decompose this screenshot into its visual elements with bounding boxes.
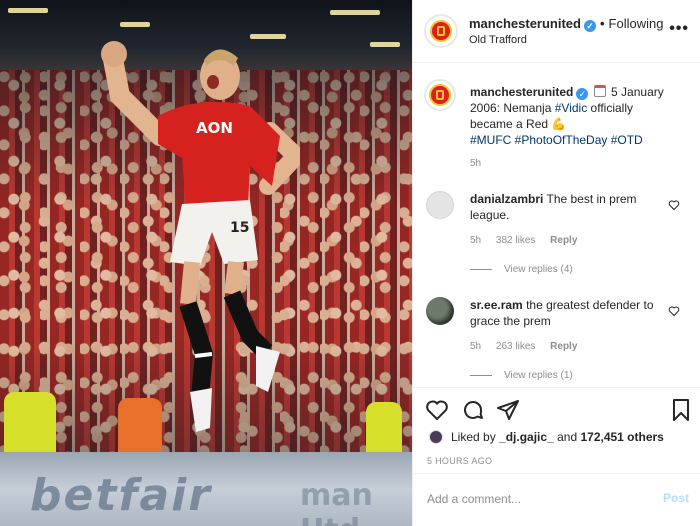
- reply-button[interactable]: Reply: [550, 341, 577, 352]
- post-location[interactable]: Old Trafford: [469, 34, 527, 46]
- caption-hashtags[interactable]: #MUFC #PhotoOfTheDay #OTD: [470, 133, 643, 147]
- liker-avatar[interactable]: [429, 430, 443, 444]
- comment-username[interactable]: danialzambri: [470, 192, 543, 206]
- shorts-number: 15: [230, 220, 249, 236]
- flexed-biceps-icon: 💪: [551, 117, 567, 131]
- comment-username[interactable]: sr.ee.ram: [470, 298, 523, 312]
- view-replies-button[interactable]: View replies (4): [470, 264, 573, 275]
- comment-meta: 5h 263 likes Reply: [470, 341, 589, 352]
- view-replies-label: View replies (1): [504, 370, 573, 381]
- black-socks: [179, 301, 213, 397]
- author-username[interactable]: manchesterunited: [469, 16, 581, 31]
- comment: danialzambri The best in prem league.: [470, 191, 660, 223]
- fist: [101, 41, 127, 67]
- likes-count[interactable]: 172,451 others: [580, 430, 663, 444]
- likes-conjunction: and: [557, 430, 578, 444]
- view-replies-label: View replies (4): [504, 264, 573, 275]
- verified-badge-icon: ✓: [583, 20, 596, 32]
- post-caption: manchesterunited ✓ 5 January 2006: Nemanj…: [470, 84, 670, 148]
- heart-icon[interactable]: [668, 199, 680, 211]
- comment-time[interactable]: 5h: [470, 235, 481, 246]
- caption-author-avatar[interactable]: [424, 79, 456, 111]
- caption-mention[interactable]: #Vidic: [555, 101, 587, 115]
- comments-list[interactable]: manchesterunited ✓ 5 January 2006: Nemanj…: [413, 63, 700, 387]
- stadium-light: [8, 8, 48, 13]
- comment-likes[interactable]: 382 likes: [496, 235, 535, 246]
- caption-timestamp[interactable]: 5h: [470, 158, 481, 169]
- action-bar: Liked by _dj.gajic_ and 172,451 others 5…: [413, 387, 700, 473]
- post-header: manchesterunited ✓ • Following Old Trafford…: [413, 0, 700, 63]
- comment: sr.ee.ram the greatest defender to grace…: [470, 297, 660, 329]
- boot: [190, 388, 212, 432]
- reply-button[interactable]: Reply: [550, 235, 577, 246]
- ad-board-text: man Utd: [300, 478, 373, 526]
- more-options-icon[interactable]: •••: [669, 20, 689, 38]
- view-replies-button[interactable]: View replies (1): [470, 370, 573, 381]
- liker-username[interactable]: _dj.gajic_: [499, 430, 554, 444]
- likes-summary: Liked by _dj.gajic_ and 172,451 others: [429, 430, 664, 444]
- caption-username[interactable]: manchesterunited: [470, 85, 573, 99]
- sponsor-text: AON: [196, 119, 233, 137]
- separator-dot: •: [599, 16, 605, 31]
- author-header-line: manchesterunited ✓ • Following: [469, 16, 663, 32]
- stadium-light: [370, 42, 400, 47]
- red-jersey: [158, 101, 280, 209]
- add-comment-input[interactable]: [427, 489, 647, 509]
- bookmark-icon[interactable]: [669, 398, 693, 422]
- share-icon[interactable]: [496, 398, 520, 422]
- boot: [256, 346, 280, 392]
- stadium-light: [330, 10, 380, 15]
- likes-prefix: Liked by: [451, 430, 496, 444]
- comment-avatar[interactable]: [426, 297, 454, 325]
- verified-badge-icon: ✓: [576, 88, 589, 100]
- post-timestamp[interactable]: 5 HOURS AGO: [427, 456, 492, 466]
- comment-time[interactable]: 5h: [470, 341, 481, 352]
- heart-icon[interactable]: [668, 305, 680, 317]
- comment-meta: 5h 382 likes Reply: [470, 235, 589, 246]
- ad-board-text: betfair: [30, 470, 212, 521]
- comment-likes[interactable]: 263 likes: [496, 341, 535, 352]
- comment-avatar[interactable]: [426, 191, 454, 219]
- celebrating-player: AON 15: [101, 41, 300, 432]
- following-button[interactable]: Following: [609, 16, 664, 31]
- post-photo[interactable]: betfair man Utd AON 15: [0, 0, 412, 526]
- comment-icon[interactable]: [461, 398, 485, 422]
- calendar-icon: [593, 85, 606, 97]
- stadium-light: [120, 22, 150, 27]
- author-avatar[interactable]: [424, 14, 458, 48]
- man-utd-crest-icon: [430, 20, 452, 42]
- post-panel: manchesterunited ✓ • Following Old Trafford…: [412, 0, 700, 526]
- post-comment-button[interactable]: Post: [663, 491, 689, 505]
- heart-icon[interactable]: [425, 398, 449, 422]
- add-comment-bar: Post: [413, 473, 700, 526]
- man-utd-crest-icon: [429, 84, 451, 106]
